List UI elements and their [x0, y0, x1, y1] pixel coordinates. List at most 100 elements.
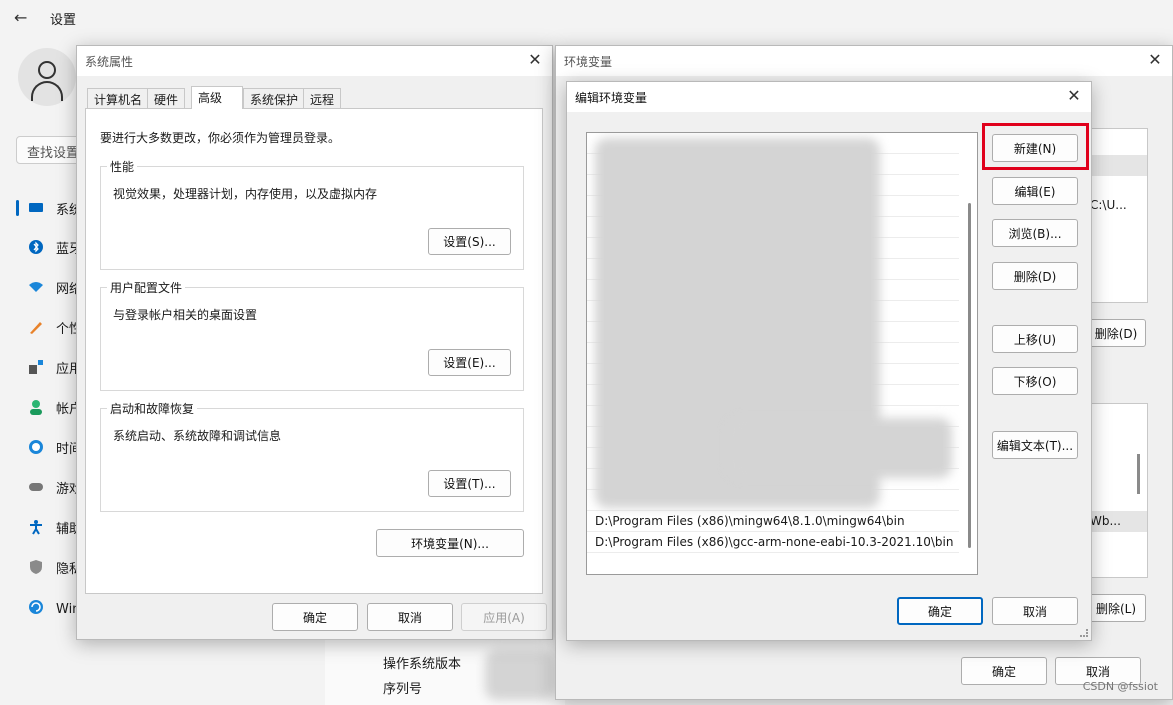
nav-item-label: 个性化: [56, 321, 78, 337]
nav-item-personalization[interactable]: 个性化: [16, 311, 78, 343]
nav-item-label: 帐户: [56, 401, 78, 417]
apps-icon: [29, 360, 43, 374]
nav-item-label: 辅助功能: [56, 521, 78, 537]
close-icon[interactable]: ✕: [1146, 51, 1164, 69]
nav-item-label: 应用: [56, 361, 78, 377]
gamepad-icon: [29, 483, 43, 491]
monitor-icon: [29, 203, 43, 212]
nav-item-windows-update[interactable]: Windows 更新: [16, 591, 78, 623]
redacted-paths: [727, 418, 952, 478]
nav-item-bluetooth[interactable]: 蓝牙和其他设备: [16, 231, 78, 263]
watermark: CSDN @fssiot: [1082, 680, 1158, 693]
move-up-button[interactable]: 上移(U): [992, 325, 1078, 353]
admin-note: 要进行大多数更改，你必须作为管理员登录。: [100, 131, 341, 145]
group-title: 用户配置文件: [107, 279, 186, 296]
system-delete-button[interactable]: 删除(L): [1086, 594, 1146, 622]
nav-item-privacy[interactable]: 隐私和安全性: [16, 551, 78, 583]
edit-button[interactable]: 编辑(E): [992, 177, 1078, 205]
wifi-icon: [29, 282, 43, 292]
user-body-icon: [31, 81, 63, 101]
path-row-mingw[interactable]: D:\Program Files (x86)\mingw64\8.1.0\min…: [587, 511, 959, 532]
user-variable-value: C:\U...: [1090, 198, 1127, 212]
settings-title: 设置: [50, 13, 77, 28]
nav-item-apps[interactable]: 应用: [16, 351, 78, 383]
move-down-button[interactable]: 下移(O): [992, 367, 1078, 395]
delete-button[interactable]: 删除(D): [992, 262, 1078, 290]
startup-settings-button[interactable]: 设置(T)...: [428, 470, 511, 497]
user-head-icon: [38, 61, 56, 79]
ok-button[interactable]: 确定: [897, 597, 983, 625]
serial-label: 序列号: [383, 682, 423, 697]
dialog-title: 编辑环境变量: [575, 90, 648, 105]
group-description: 与登录帐户相关的桌面设置: [113, 308, 258, 322]
accessibility-icon: [30, 520, 42, 535]
ok-button[interactable]: 确定: [961, 657, 1047, 685]
dialog-title: 环境变量: [564, 54, 613, 69]
shield-icon: [30, 560, 42, 574]
group-description: 视觉效果，处理器计划，内存使用，以及虚拟内存: [113, 187, 378, 201]
scrollbar[interactable]: [1137, 454, 1140, 494]
edit-environment-variable-dialog: 编辑环境变量 ✕ D:\Program Files (x86)\mingw64\…: [566, 81, 1092, 641]
tab-system-protection[interactable]: 系统保护: [243, 88, 306, 108]
nav-item-label: 系统: [56, 202, 78, 218]
profile-settings-button[interactable]: 设置(E)...: [428, 349, 511, 376]
selected-row[interactable]: [1087, 155, 1147, 176]
tab-computer-name[interactable]: 计算机名: [87, 88, 150, 108]
list-scrollbar[interactable]: [968, 203, 971, 548]
advanced-tab-panel: 要进行大多数更改，你必须作为管理员登录。 性能 视觉效果，处理器计划，内存使用，…: [85, 108, 543, 594]
title-bar: 系统属性: [77, 46, 552, 76]
nav-item-gaming[interactable]: 游戏: [16, 471, 78, 503]
nav-item-network[interactable]: 网络和 Internet: [16, 271, 78, 303]
title-bar: 编辑环境变量: [567, 82, 1091, 112]
nav-item-accessibility[interactable]: 辅助功能: [16, 511, 78, 543]
os-version-label: 操作系统版本: [383, 657, 462, 672]
settings-search-input[interactable]: 查找设置: [16, 136, 80, 164]
system-variable-value: Wb...: [1090, 514, 1121, 528]
cancel-button[interactable]: 取消: [367, 603, 453, 631]
browse-button[interactable]: 浏览(B)...: [992, 219, 1078, 247]
nav-item-label: 蓝牙和其他设备: [56, 241, 78, 257]
user-delete-button[interactable]: 删除(D): [1086, 319, 1146, 347]
nav-item-label: Windows 更新: [56, 601, 78, 617]
tab-remote[interactable]: 远程: [303, 88, 342, 108]
apply-button[interactable]: 应用(A): [461, 603, 547, 631]
title-bar: 环境变量: [556, 46, 1172, 76]
path-list[interactable]: D:\Program Files (x86)\mingw64\8.1.0\min…: [586, 132, 978, 575]
clock-globe-icon: [29, 440, 43, 454]
close-icon[interactable]: ✕: [1065, 87, 1083, 105]
group-title: 性能: [107, 158, 138, 175]
nav-item-system[interactable]: 系统: [16, 192, 78, 224]
ok-button[interactable]: 确定: [272, 603, 358, 631]
back-arrow-icon[interactable]: ←: [14, 8, 27, 27]
bluetooth-icon: [29, 240, 43, 254]
user-profile-group: 用户配置文件 与登录帐户相关的桌面设置 设置(E)...: [100, 279, 524, 391]
dialog-title: 系统属性: [85, 54, 134, 69]
performance-group: 性能 视觉效果，处理器计划，内存使用，以及虚拟内存 设置(S)...: [100, 158, 524, 270]
user-variables-list[interactable]: C:\U...: [1086, 128, 1148, 303]
resize-grip[interactable]: [1080, 629, 1088, 637]
tab-advanced[interactable]: 高级: [191, 86, 243, 109]
update-icon: [29, 600, 43, 614]
nav-item-time-language[interactable]: 时间和语言: [16, 431, 78, 463]
system-properties-dialog: 系统属性 ✕ 计算机名 硬件 高级 系统保护 远程 要进行大多数更改，你必须作为…: [76, 45, 553, 640]
nav-item-label: 时间和语言: [56, 441, 78, 457]
nav-item-accounts[interactable]: 帐户: [16, 391, 78, 423]
close-icon[interactable]: ✕: [526, 51, 544, 69]
nav-item-label: 网络和 Internet: [56, 281, 78, 297]
redacted-region: [485, 650, 555, 700]
brush-icon: [30, 322, 42, 334]
environment-variables-button[interactable]: 环境变量(N)...: [376, 529, 524, 557]
avatar[interactable]: [18, 48, 76, 106]
edit-text-button[interactable]: 编辑文本(T)...: [992, 431, 1078, 459]
group-description: 系统启动、系统故障和调试信息: [113, 429, 282, 443]
account-icon: [30, 400, 42, 415]
system-variables-list[interactable]: Wb...: [1086, 403, 1148, 578]
highlight-box: [982, 123, 1089, 170]
nav-item-label: 隐私和安全性: [56, 561, 78, 577]
group-title: 启动和故障恢复: [107, 400, 198, 417]
performance-settings-button[interactable]: 设置(S)...: [428, 228, 511, 255]
cancel-button[interactable]: 取消: [992, 597, 1078, 625]
tab-hardware[interactable]: 硬件: [147, 88, 186, 108]
path-row-gcc-arm[interactable]: D:\Program Files (x86)\gcc-arm-none-eabi…: [587, 532, 959, 553]
startup-recovery-group: 启动和故障恢复 系统启动、系统故障和调试信息 设置(T)...: [100, 400, 524, 512]
